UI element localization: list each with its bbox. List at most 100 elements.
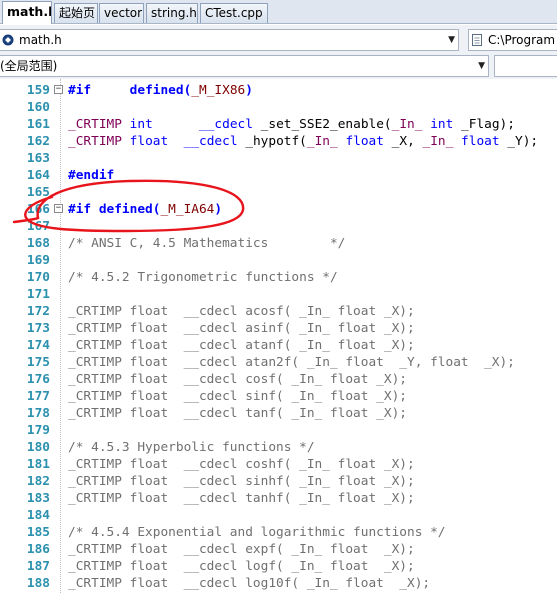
code-line: 187 _CRTIMP float __cdecl logf( _In_ floa… (0, 558, 557, 575)
code-token: _CRTIMP (68, 134, 122, 149)
line-number: 188 (26, 576, 50, 591)
code-text: _CRTIMP float __cdecl tanhf( _In_ float … (68, 490, 415, 507)
line-number: 164 (26, 168, 50, 183)
code-token: #if defined( (68, 202, 161, 217)
line-number: 186 (26, 542, 50, 557)
tab-ctest-cpp[interactable]: CTest.cpp (200, 3, 268, 23)
code-text: /* 4.5.2 Trigonometric functions */ (68, 269, 338, 286)
fold-toggle-icon[interactable]: − (54, 85, 63, 94)
code-line: 172 _CRTIMP float __cdecl acosf( _In_ flo… (0, 303, 557, 320)
line-number: 175 (26, 355, 50, 370)
code-line: 167 (0, 218, 557, 235)
code-token: _X, (383, 134, 423, 149)
code-line: 165 (0, 184, 557, 201)
line-number: 168 (26, 236, 50, 251)
tab-start-page[interactable]: 起始页 (54, 3, 98, 23)
line-number: 166 (26, 202, 50, 217)
line-number: 177 (26, 389, 50, 404)
line-number: 159 (26, 83, 50, 98)
code-line: 173 _CRTIMP float __cdecl asinf( _In_ flo… (0, 320, 557, 337)
code-text: _CRTIMP float __cdecl atan2f( _In_ float… (68, 354, 515, 371)
code-text: /* 4.5.4 Exponential and logarithmic fun… (68, 524, 446, 541)
code-token: __cdecl (199, 117, 253, 132)
code-line: 179 (0, 422, 557, 439)
document-icon (472, 34, 482, 46)
code-text: #if defined(_M_IX86) (68, 82, 253, 99)
code-line: 184 (0, 507, 557, 524)
line-number: 183 (26, 491, 50, 506)
code-token: _Flag); (453, 117, 515, 132)
file-combo[interactable]: math.h ▼ (0, 29, 459, 51)
code-token: #endif (68, 168, 115, 183)
code-text: _CRTIMP float __cdecl sinhf( _In_ float … (68, 473, 415, 490)
code-line: 161 _CRTIMP int __cdecl _set_SSE2_enable(… (0, 116, 557, 133)
code-token: /* 4.5.2 Trigonometric functions */ (68, 270, 338, 285)
line-number: 160 (26, 100, 50, 115)
scope-combo-value: (全局范围) (0, 59, 58, 73)
code-text: _CRTIMP float __cdecl cosf( _In_ float _… (68, 371, 407, 388)
code-token: /* 4.5.3 Hyperbolic functions */ (68, 440, 315, 455)
code-token: _CRTIMP float __cdecl acosf( _In_ float … (68, 304, 415, 319)
code-token: _CRTIMP float __cdecl sinhf( _In_ float … (68, 474, 415, 489)
code-line: 177 _CRTIMP float __cdecl sinf( _In_ floa… (0, 388, 557, 405)
fold-toggle-icon[interactable]: − (54, 204, 63, 213)
line-number: 179 (26, 423, 50, 438)
code-line: 174 _CRTIMP float __cdecl atanf( _In_ flo… (0, 337, 557, 354)
code-text: /* 4.5.3 Hyperbolic functions */ (68, 439, 315, 456)
file-combo-value: math.h (19, 33, 62, 47)
chevron-down-icon[interactable]: ▼ (478, 56, 485, 76)
code-token: _CRTIMP float __cdecl tanhf( _In_ float … (68, 491, 415, 506)
line-number: 185 (26, 525, 50, 540)
code-text: #if defined(_M_IA64) (68, 201, 222, 218)
code-line: 182 _CRTIMP float __cdecl sinhf( _In_ flo… (0, 473, 557, 490)
code-token: _CRTIMP float __cdecl expf( _In_ float _… (68, 542, 415, 557)
scope-navigation-bar: (全局范围) ▼ (0, 54, 557, 79)
code-token: /* ANSI C, 4.5 Mathematics */ (68, 236, 346, 251)
chevron-down-icon[interactable]: ▼ (448, 30, 455, 50)
project-combo[interactable]: C:\Program (468, 29, 557, 51)
code-text: _CRTIMP float __cdecl atanf( _In_ float … (68, 337, 415, 354)
code-line: 183 _CRTIMP float __cdecl tanhf( _In_ flo… (0, 490, 557, 507)
tab-vector[interactable]: vector (99, 3, 144, 23)
tab-math-h[interactable]: math.h (2, 1, 52, 24)
code-editor[interactable]: 159− #if defined(_M_IX86) 160 161 _CRTIMP in… (0, 79, 557, 593)
code-token: ) (245, 83, 253, 98)
code-token: int (430, 117, 454, 132)
line-number: 180 (26, 440, 50, 455)
code-token: ) (214, 202, 223, 217)
line-number: 165 (26, 185, 50, 200)
code-token: _CRTIMP float __cdecl atanf( _In_ float … (68, 338, 415, 353)
tab-label: string.h (151, 6, 197, 20)
code-line: 163 (0, 150, 557, 167)
line-number: 176 (26, 372, 50, 387)
line-number: 167 (26, 219, 50, 234)
code-line: 185 /* 4.5.4 Exponential and logarithmic … (0, 524, 557, 541)
tab-label: math.h (7, 4, 52, 19)
code-line: 169 (0, 252, 557, 269)
scope-combo[interactable]: (全局范围) ▼ (0, 55, 489, 77)
code-token: _M_IA64 (160, 202, 215, 217)
code-text: _CRTIMP float __cdecl coshf( _In_ float … (68, 456, 415, 473)
tab-string-h[interactable]: string.h (146, 3, 198, 23)
code-token: _hypotf( (237, 134, 307, 149)
code-token: _CRTIMP float __cdecl atan2f( _In_ float… (68, 355, 515, 370)
line-number: 178 (26, 406, 50, 421)
code-text: _CRTIMP float __cdecl expf( _In_ float _… (68, 541, 415, 558)
code-line: 186 _CRTIMP float __cdecl expf( _In_ floa… (0, 541, 557, 558)
code-token: float (345, 134, 384, 149)
code-token: _set_SSE2_enable( (252, 117, 392, 132)
code-line: 176 _CRTIMP float __cdecl cosf( _In_ floa… (0, 371, 557, 388)
tab-label: vector (104, 6, 143, 20)
code-line: 188 _CRTIMP float __cdecl log10f( _In_ fl… (0, 575, 557, 592)
code-token: __cdecl (183, 134, 238, 149)
member-combo[interactable] (494, 55, 557, 77)
line-number: 173 (26, 321, 50, 336)
code-token: _CRTIMP float __cdecl tanf( _In_ float _… (68, 406, 407, 421)
code-token: _CRTIMP float __cdecl cosf( _In_ float _… (68, 372, 407, 387)
code-token: _M_IX86 (191, 83, 246, 98)
tab-label: 起始页 (59, 6, 96, 20)
